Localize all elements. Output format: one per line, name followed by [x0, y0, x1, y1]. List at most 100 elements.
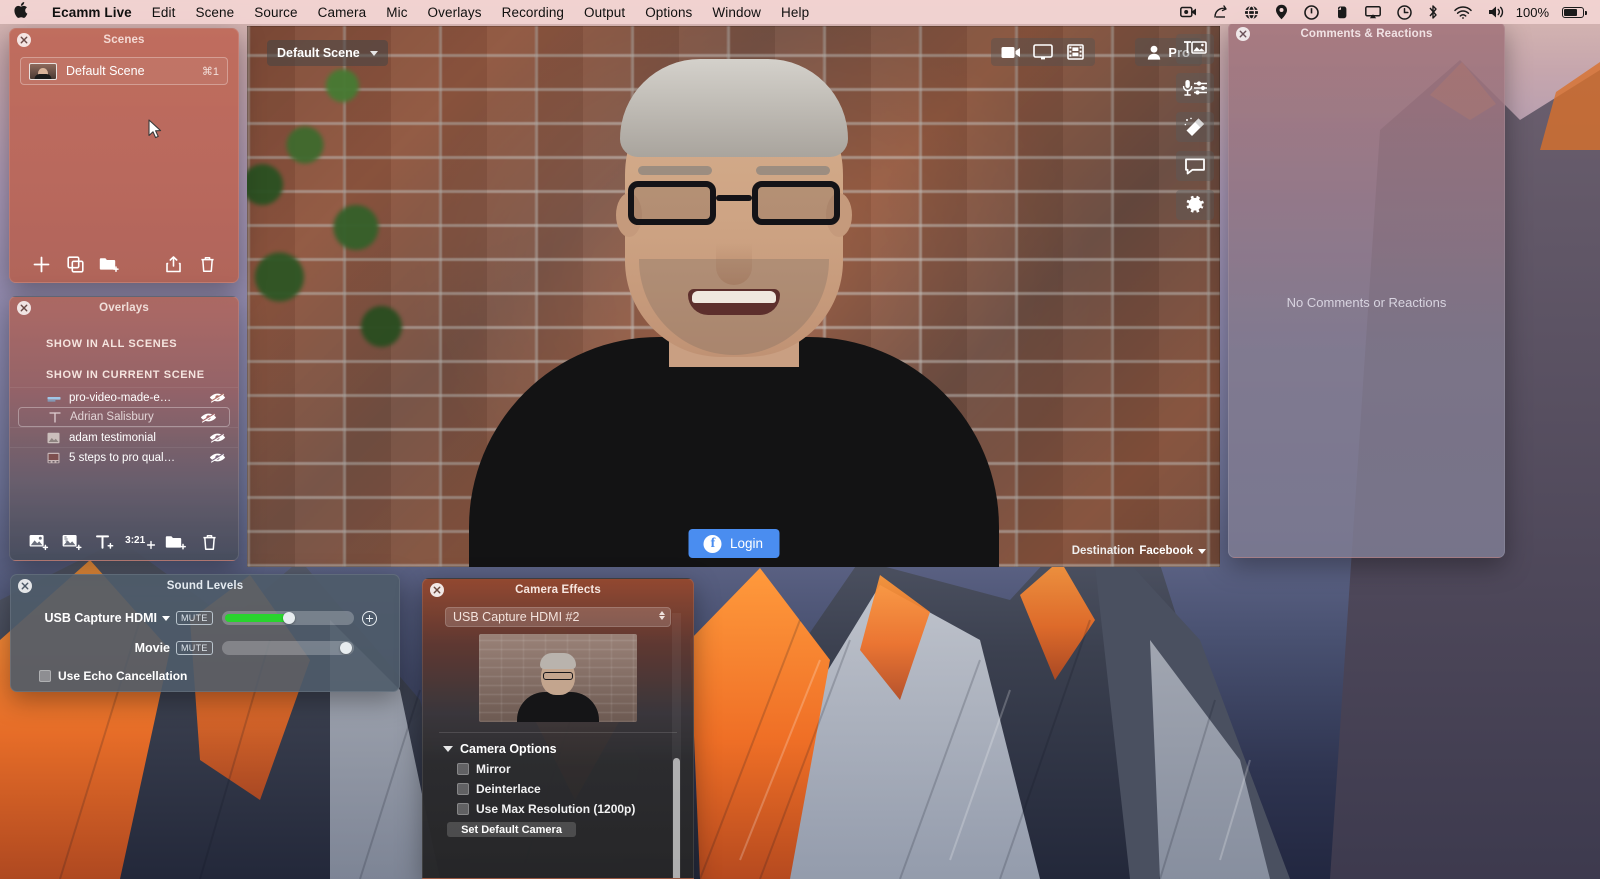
sound-source-selector[interactable]: USB Capture HDMI: [11, 611, 176, 625]
screen-share-mode-button[interactable]: [1027, 38, 1059, 66]
camera-options-section-header[interactable]: Camera Options: [423, 742, 693, 756]
add-timer-overlay-button[interactable]: 3:21: [122, 530, 159, 554]
set-default-camera-button[interactable]: Set Default Camera: [447, 822, 576, 837]
stepper-icon[interactable]: [659, 611, 665, 620]
settings-button[interactable]: [1176, 190, 1214, 220]
apple-logo-icon[interactable]: [0, 1, 42, 21]
add-scene-button[interactable]: [24, 252, 58, 276]
new-folder-button[interactable]: [92, 252, 126, 276]
eye-slash-icon[interactable]: [209, 392, 226, 403]
comments-button[interactable]: [1176, 151, 1214, 181]
sound-levels-button[interactable]: [1176, 73, 1214, 103]
add-folder-button[interactable]: [159, 530, 192, 554]
delete-scene-button[interactable]: [190, 252, 224, 276]
menu-item-help[interactable]: Help: [771, 5, 819, 20]
mirror-checkbox[interactable]: [457, 763, 469, 775]
screen-record-icon[interactable]: [1172, 0, 1205, 24]
preview-mode-buttons[interactable]: [991, 38, 1095, 66]
deinterlace-checkbox-row[interactable]: Deinterlace: [423, 782, 693, 796]
deinterlace-checkbox[interactable]: [457, 783, 469, 795]
menu-item-source[interactable]: Source: [244, 5, 307, 20]
plus-icon: [33, 256, 49, 272]
movie-mode-button[interactable]: [1059, 38, 1091, 66]
battery-charging-icon[interactable]: [1554, 0, 1592, 24]
mute-button[interactable]: MUTE: [176, 641, 213, 655]
airplay-icon[interactable]: [1357, 0, 1389, 24]
close-icon[interactable]: [430, 583, 444, 597]
eye-slash-icon[interactable]: [200, 412, 217, 423]
evernote-icon[interactable]: [1327, 0, 1357, 24]
close-icon[interactable]: [18, 579, 32, 593]
preview-side-toolbar[interactable]: [1176, 34, 1214, 220]
overlay-list-item[interactable]: adam testimonial: [10, 427, 238, 447]
close-icon[interactable]: [17, 33, 31, 47]
menu-item-scene[interactable]: Scene: [185, 5, 244, 20]
menu-item-mic[interactable]: Mic: [376, 5, 417, 20]
sound-source-label-movie: Movie: [11, 641, 176, 655]
camera-mode-button[interactable]: [995, 38, 1027, 66]
menu-item-edit[interactable]: Edit: [142, 5, 186, 20]
volume-icon[interactable]: [1480, 0, 1514, 24]
menu-item-output[interactable]: Output: [574, 5, 635, 20]
destination-selector[interactable]: Destination Facebook: [1072, 545, 1206, 557]
overlay-list-item[interactable]: pro-video-made-e…: [10, 387, 238, 407]
eye-slash-icon[interactable]: [209, 452, 226, 463]
close-icon[interactable]: [17, 301, 31, 315]
scene-selector-pill[interactable]: Default Scene: [267, 40, 388, 66]
share-scene-button[interactable]: [156, 252, 190, 276]
location-pin-icon[interactable]: [1267, 0, 1296, 24]
facebook-login-button[interactable]: f Login: [688, 529, 779, 558]
scrollbar-thumb[interactable]: [673, 758, 680, 878]
menu-item-ecamm-live[interactable]: Ecamm Live: [42, 5, 142, 20]
overlays-button[interactable]: [1176, 34, 1214, 64]
volume-knob[interactable]: [339, 642, 352, 654]
film-icon: [1066, 44, 1084, 60]
add-text-overlay-button[interactable]: [89, 530, 122, 554]
echo-cancellation-row[interactable]: Use Echo Cancellation: [11, 669, 399, 683]
add-animated-overlay-button[interactable]: [55, 530, 88, 554]
camera-source-select[interactable]: USB Capture HDMI #2: [445, 607, 671, 627]
menu-item-overlays[interactable]: Overlays: [418, 5, 492, 20]
bluetooth-icon[interactable]: [1420, 0, 1446, 24]
menu-item-options[interactable]: Options: [635, 5, 702, 20]
echo-cancellation-checkbox[interactable]: [39, 670, 51, 682]
plus-circle-icon[interactable]: [361, 610, 377, 626]
wifi-icon[interactable]: [1446, 0, 1480, 24]
dropbox-icon[interactable]: [1296, 0, 1327, 24]
triangle-down-icon[interactable]: [443, 746, 453, 752]
mute-button[interactable]: MUTE: [176, 611, 213, 625]
time-machine-icon[interactable]: [1389, 0, 1420, 24]
add-image-overlay-button[interactable]: [22, 530, 55, 554]
menu-item-camera[interactable]: Camera: [308, 5, 377, 20]
image-icon: [46, 431, 61, 444]
folder-plus-icon: [166, 536, 187, 550]
menu-item-window[interactable]: Window: [702, 5, 771, 20]
image-plus-icon: [29, 534, 48, 550]
globe-icon[interactable]: [1236, 0, 1267, 24]
trash-icon: [200, 256, 214, 272]
max-resolution-checkbox[interactable]: [457, 803, 469, 815]
text-icon: [47, 411, 62, 424]
sound-levels-panel-title: Sound Levels: [166, 580, 244, 592]
swoosh-icon[interactable]: [1205, 0, 1236, 24]
comments-empty-message: No Comments or Reactions: [1286, 295, 1447, 310]
eye-slash-icon[interactable]: [209, 432, 226, 443]
close-icon[interactable]: [1236, 27, 1250, 41]
duplicate-scene-button[interactable]: [58, 252, 92, 276]
overlay-list-item[interactable]: Adrian Salisbury: [18, 407, 230, 427]
mirror-checkbox-row[interactable]: Mirror: [423, 762, 693, 776]
overlay-list-item[interactable]: 5 steps to pro qual…: [10, 447, 238, 467]
volume-knob[interactable]: [282, 612, 295, 624]
preview-top-bar: Default Scene Pro: [247, 26, 1220, 78]
scene-row[interactable]: Default Scene ⌘1: [20, 57, 228, 85]
video-preview[interactable]: Default Scene Pro f Login Destination Fa…: [247, 26, 1220, 567]
volume-slider[interactable]: [221, 641, 354, 655]
vertical-scrollbar[interactable]: [672, 613, 681, 878]
camera-effects-button[interactable]: [1176, 112, 1214, 142]
menu-bar[interactable]: Ecamm Live Edit Scene Source Camera Mic …: [0, 0, 1600, 24]
menu-item-recording[interactable]: Recording: [492, 5, 574, 20]
max-resolution-checkbox-row[interactable]: Use Max Resolution (1200p): [423, 802, 693, 816]
duplicate-icon: [66, 255, 84, 273]
delete-overlay-button[interactable]: [193, 530, 226, 554]
volume-slider[interactable]: [221, 611, 354, 625]
